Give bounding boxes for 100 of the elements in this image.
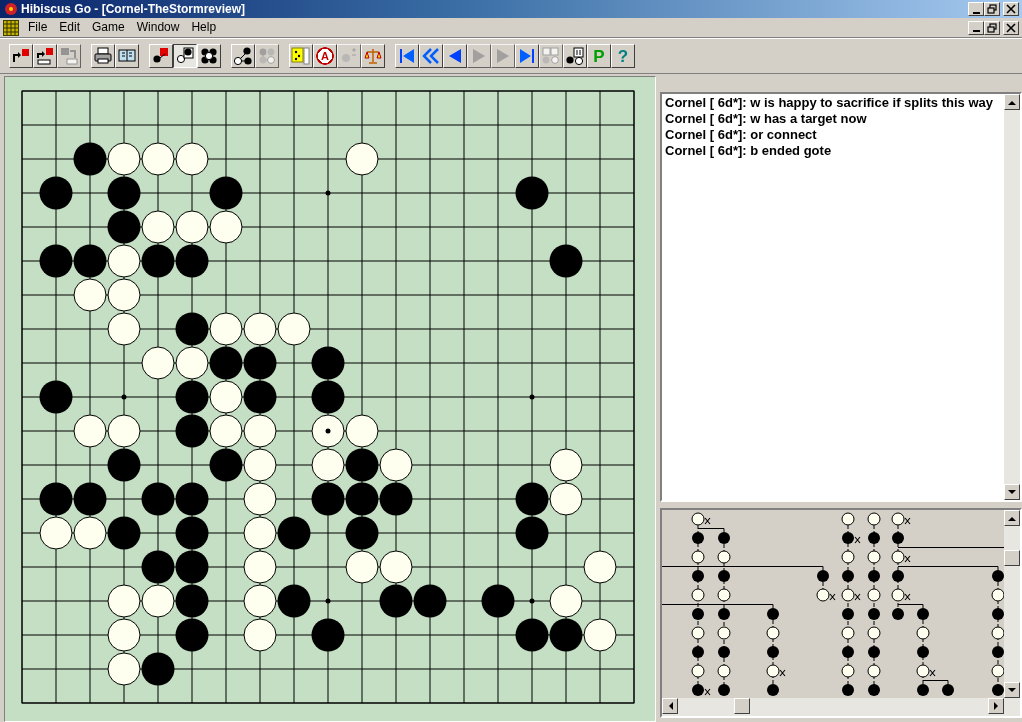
go-stone[interactable] — [209, 312, 243, 346]
four-stones-button[interactable] — [197, 44, 221, 68]
go-stone[interactable] — [175, 618, 209, 652]
go-stone[interactable] — [515, 516, 549, 550]
go-stone[interactable] — [243, 516, 277, 550]
scroll-thumb[interactable] — [1004, 550, 1020, 566]
go-stone[interactable] — [243, 448, 277, 482]
go-stone[interactable] — [73, 142, 107, 176]
horizontal-scrollbar[interactable] — [662, 698, 1020, 716]
go-stone[interactable] — [107, 448, 141, 482]
go-stone[interactable] — [209, 448, 243, 482]
go-stone[interactable] — [107, 244, 141, 278]
go-stone[interactable] — [175, 346, 209, 380]
go-stone[interactable] — [209, 346, 243, 380]
menu-item[interactable]: Window — [130, 18, 186, 37]
go-stone[interactable] — [311, 482, 345, 516]
go-stone[interactable] — [141, 244, 175, 278]
close-button[interactable] — [1003, 2, 1019, 16]
go-stone[interactable] — [583, 618, 617, 652]
go-stone[interactable] — [345, 516, 379, 550]
scroll-right-button[interactable] — [988, 698, 1004, 714]
go-stone[interactable] — [175, 584, 209, 618]
go-stone[interactable] — [73, 516, 107, 550]
go-stone[interactable] — [175, 210, 209, 244]
go-stone[interactable] — [345, 142, 379, 176]
boards-button[interactable] — [115, 44, 139, 68]
scroll-left-button[interactable] — [662, 698, 678, 714]
go-stone[interactable] — [141, 550, 175, 584]
toolbar-button[interactable]: A — [313, 44, 337, 68]
go-stone[interactable] — [243, 380, 277, 414]
go-stone[interactable] — [209, 210, 243, 244]
go-stone[interactable] — [73, 482, 107, 516]
go-stone[interactable] — [39, 516, 73, 550]
go-stone[interactable] — [209, 414, 243, 448]
go-stone[interactable] — [311, 346, 345, 380]
go-stone[interactable] — [549, 244, 583, 278]
go-stone[interactable] — [209, 176, 243, 210]
go-stone[interactable] — [243, 414, 277, 448]
menu-item[interactable]: Game — [86, 18, 131, 37]
go-stone[interactable] — [345, 414, 379, 448]
first-button[interactable] — [395, 44, 419, 68]
go-stone[interactable] — [379, 584, 413, 618]
go-stone[interactable] — [243, 482, 277, 516]
go-stone[interactable] — [175, 312, 209, 346]
go-stone[interactable] — [141, 652, 175, 686]
go-stone[interactable] — [141, 346, 175, 380]
scroll-up-button[interactable] — [1004, 94, 1020, 110]
menu-item[interactable]: Edit — [53, 18, 87, 37]
go-stone[interactable] — [107, 516, 141, 550]
vertical-scrollbar[interactable] — [1004, 94, 1020, 500]
go-stone[interactable] — [243, 584, 277, 618]
go-stone[interactable] — [175, 516, 209, 550]
go-stone[interactable] — [175, 244, 209, 278]
go-stone[interactable] — [141, 482, 175, 516]
scroll-down-button[interactable] — [1004, 682, 1020, 698]
last-button[interactable] — [515, 44, 539, 68]
go-stone[interactable] — [549, 482, 583, 516]
go-stone[interactable] — [549, 618, 583, 652]
go-stone[interactable] — [175, 380, 209, 414]
go-stone[interactable] — [107, 176, 141, 210]
back-button[interactable] — [443, 44, 467, 68]
variation-tree-drawing[interactable] — [662, 510, 1004, 696]
go-stone[interactable] — [107, 414, 141, 448]
go-stone[interactable] — [73, 278, 107, 312]
go-stone[interactable] — [549, 584, 583, 618]
restore-button[interactable] — [984, 2, 1000, 16]
go-stone[interactable] — [345, 482, 379, 516]
go-stone[interactable] — [39, 482, 73, 516]
go-stone[interactable] — [277, 516, 311, 550]
printer-button[interactable] — [91, 44, 115, 68]
go-stone[interactable] — [73, 244, 107, 278]
arrow-square-button[interactable] — [9, 44, 33, 68]
go-stone[interactable] — [243, 346, 277, 380]
stone-square-button[interactable] — [149, 44, 173, 68]
scales-button[interactable] — [361, 44, 385, 68]
go-stone[interactable] — [243, 312, 277, 346]
go-stone[interactable] — [107, 210, 141, 244]
go-stone[interactable] — [549, 448, 583, 482]
go-stone[interactable] — [481, 584, 515, 618]
go-stone[interactable] — [175, 482, 209, 516]
go-stone[interactable] — [379, 448, 413, 482]
stones-button[interactable] — [173, 44, 197, 68]
go-stone[interactable] — [311, 448, 345, 482]
go-stone[interactable] — [107, 618, 141, 652]
go-stone[interactable] — [141, 210, 175, 244]
dice-button[interactable] — [289, 44, 313, 68]
restore-button[interactable] — [984, 20, 1000, 35]
fast-back-button[interactable] — [419, 44, 443, 68]
go-stone[interactable] — [39, 380, 73, 414]
go-stone[interactable] — [243, 618, 277, 652]
vertical-scrollbar[interactable] — [1004, 510, 1020, 698]
go-stone[interactable] — [107, 278, 141, 312]
menu-item[interactable]: Help — [185, 18, 223, 37]
go-stone[interactable] — [277, 312, 311, 346]
scroll-down-button[interactable] — [1004, 484, 1020, 500]
arrow-square-button[interactable] — [33, 44, 57, 68]
close-button[interactable] — [1003, 20, 1019, 35]
go-stone[interactable] — [243, 550, 277, 584]
go-stone[interactable] — [311, 618, 345, 652]
go-stone[interactable] — [141, 584, 175, 618]
